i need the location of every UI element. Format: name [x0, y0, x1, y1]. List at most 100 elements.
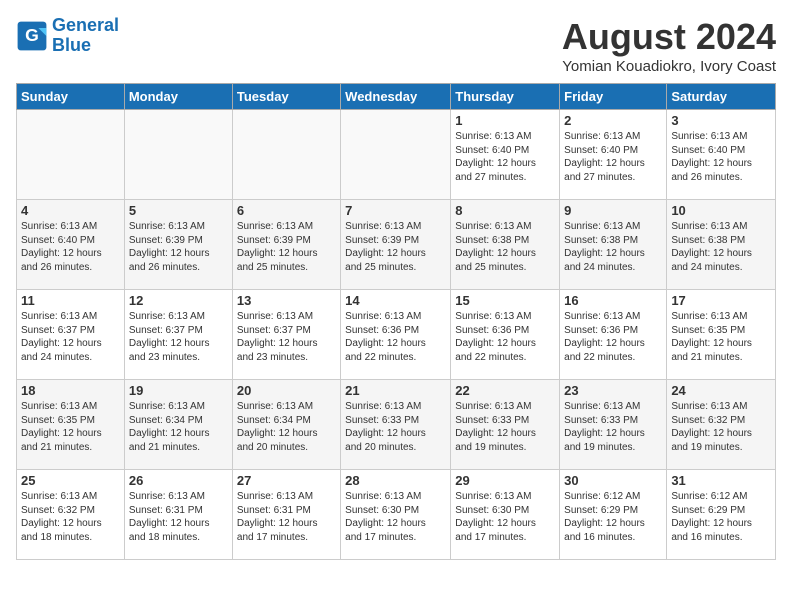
calendar-cell: [17, 110, 125, 200]
calendar-week-row: 25 Sunrise: 6:13 AM Sunset: 6:32 PM Dayli…: [17, 470, 776, 560]
day-info: Sunrise: 6:13 AM Sunset: 6:36 PM Dayligh…: [564, 310, 662, 364]
day-info: Sunrise: 6:13 AM Sunset: 6:36 PM Dayligh…: [345, 310, 446, 364]
day-number: 14: [345, 293, 446, 308]
day-info: Sunrise: 6:13 AM Sunset: 6:32 PM Dayligh…: [21, 490, 120, 544]
day-info: Sunrise: 6:13 AM Sunset: 6:40 PM Dayligh…: [671, 130, 771, 184]
calendar-cell: 22 Sunrise: 6:13 AM Sunset: 6:33 PM Dayli…: [451, 380, 560, 470]
day-info: Sunrise: 6:13 AM Sunset: 6:39 PM Dayligh…: [237, 220, 336, 274]
page-header: G General Blue August 2024 Yomian Kouadi…: [16, 16, 776, 75]
day-info: Sunrise: 6:13 AM Sunset: 6:40 PM Dayligh…: [21, 220, 120, 274]
weekday-header: Saturday: [667, 84, 776, 110]
calendar-cell: 20 Sunrise: 6:13 AM Sunset: 6:34 PM Dayli…: [232, 380, 340, 470]
day-info: Sunrise: 6:13 AM Sunset: 6:30 PM Dayligh…: [345, 490, 446, 544]
day-number: 16: [564, 293, 662, 308]
calendar-cell: 11 Sunrise: 6:13 AM Sunset: 6:37 PM Dayli…: [17, 290, 125, 380]
logo-icon: G: [16, 20, 48, 52]
day-info: Sunrise: 6:13 AM Sunset: 6:37 PM Dayligh…: [21, 310, 120, 364]
weekday-header: Monday: [124, 84, 232, 110]
day-info: Sunrise: 6:13 AM Sunset: 6:36 PM Dayligh…: [455, 310, 555, 364]
day-info: Sunrise: 6:13 AM Sunset: 6:31 PM Dayligh…: [237, 490, 336, 544]
calendar-cell: 5 Sunrise: 6:13 AM Sunset: 6:39 PM Daylig…: [124, 200, 232, 290]
day-number: 19: [129, 383, 228, 398]
day-info: Sunrise: 6:13 AM Sunset: 6:37 PM Dayligh…: [237, 310, 336, 364]
calendar-cell: 31Sunrise: 6:12 AM Sunset: 6:29 PM Dayli…: [667, 470, 776, 560]
calendar-cell: 15Sunrise: 6:13 AM Sunset: 6:36 PM Dayli…: [451, 290, 560, 380]
calendar-cell: 3 Sunrise: 6:13 AM Sunset: 6:40 PM Daylig…: [667, 110, 776, 200]
day-info: Sunrise: 6:13 AM Sunset: 6:39 PM Dayligh…: [129, 220, 228, 274]
day-number: 5: [129, 203, 228, 218]
calendar-cell: 4Sunrise: 6:13 AM Sunset: 6:40 PM Daylig…: [17, 200, 125, 290]
calendar-cell: 8 Sunrise: 6:13 AM Sunset: 6:38 PM Daylig…: [451, 200, 560, 290]
calendar-cell: 1 Sunrise: 6:13 AM Sunset: 6:40 PM Daylig…: [451, 110, 560, 200]
location: Yomian Kouadiokro, Ivory Coast: [562, 58, 776, 75]
day-number: 26: [129, 473, 228, 488]
logo-text: General Blue: [52, 16, 119, 56]
day-number: 30: [564, 473, 662, 488]
day-number: 9: [564, 203, 662, 218]
calendar-cell: 13 Sunrise: 6:13 AM Sunset: 6:37 PM Dayli…: [232, 290, 340, 380]
calendar-cell: 29 Sunrise: 6:13 AM Sunset: 6:30 PM Dayli…: [451, 470, 560, 560]
day-info: Sunrise: 6:13 AM Sunset: 6:37 PM Dayligh…: [129, 310, 228, 364]
calendar-body: 1 Sunrise: 6:13 AM Sunset: 6:40 PM Daylig…: [17, 110, 776, 560]
day-info: Sunrise: 6:13 AM Sunset: 6:40 PM Dayligh…: [564, 130, 662, 184]
day-number: 24: [671, 383, 771, 398]
day-number: 29: [455, 473, 555, 488]
day-number: 20: [237, 383, 336, 398]
calendar-cell: [124, 110, 232, 200]
day-info: Sunrise: 6:13 AM Sunset: 6:34 PM Dayligh…: [129, 400, 228, 454]
day-number: 31: [671, 473, 771, 488]
day-info: Sunrise: 6:13 AM Sunset: 6:32 PM Dayligh…: [671, 400, 771, 454]
calendar-cell: 16 Sunrise: 6:13 AM Sunset: 6:36 PM Dayli…: [560, 290, 667, 380]
day-info: Sunrise: 6:13 AM Sunset: 6:39 PM Dayligh…: [345, 220, 446, 274]
calendar-cell: 23 Sunrise: 6:13 AM Sunset: 6:33 PM Dayli…: [560, 380, 667, 470]
day-info: Sunrise: 6:13 AM Sunset: 6:33 PM Dayligh…: [564, 400, 662, 454]
day-number: 8: [455, 203, 555, 218]
day-info: Sunrise: 6:13 AM Sunset: 6:38 PM Dayligh…: [455, 220, 555, 274]
calendar-cell: 28 Sunrise: 6:13 AM Sunset: 6:30 PM Dayli…: [341, 470, 451, 560]
day-number: 18: [21, 383, 120, 398]
day-number: 25: [21, 473, 120, 488]
day-number: 2: [564, 113, 662, 128]
day-info: Sunrise: 6:13 AM Sunset: 6:33 PM Dayligh…: [345, 400, 446, 454]
calendar-cell: 27 Sunrise: 6:13 AM Sunset: 6:31 PM Dayli…: [232, 470, 340, 560]
day-info: Sunrise: 6:13 AM Sunset: 6:33 PM Dayligh…: [455, 400, 555, 454]
calendar-cell: 26 Sunrise: 6:13 AM Sunset: 6:31 PM Dayli…: [124, 470, 232, 560]
calendar-cell: 10Sunrise: 6:13 AM Sunset: 6:38 PM Dayli…: [667, 200, 776, 290]
day-number: 22: [455, 383, 555, 398]
day-number: 1: [455, 113, 555, 128]
day-info: Sunrise: 6:13 AM Sunset: 6:31 PM Dayligh…: [129, 490, 228, 544]
day-number: 3: [671, 113, 771, 128]
calendar-cell: 24 Sunrise: 6:13 AM Sunset: 6:32 PM Dayli…: [667, 380, 776, 470]
title-block: August 2024 Yomian Kouadiokro, Ivory Coa…: [562, 16, 776, 75]
calendar-cell: 30 Sunrise: 6:12 AM Sunset: 6:29 PM Dayli…: [560, 470, 667, 560]
calendar-cell: 18Sunrise: 6:13 AM Sunset: 6:35 PM Dayli…: [17, 380, 125, 470]
calendar-cell: 6Sunrise: 6:13 AM Sunset: 6:39 PM Daylig…: [232, 200, 340, 290]
calendar-cell: [232, 110, 340, 200]
calendar-cell: 12Sunrise: 6:13 AM Sunset: 6:37 PM Dayli…: [124, 290, 232, 380]
logo: G General Blue: [16, 16, 119, 56]
calendar-cell: 14 Sunrise: 6:13 AM Sunset: 6:36 PM Dayli…: [341, 290, 451, 380]
weekday-header: Wednesday: [341, 84, 451, 110]
day-number: 28: [345, 473, 446, 488]
day-number: 23: [564, 383, 662, 398]
svg-text:G: G: [25, 25, 39, 45]
day-info: Sunrise: 6:13 AM Sunset: 6:40 PM Dayligh…: [455, 130, 555, 184]
day-info: Sunrise: 6:13 AM Sunset: 6:30 PM Dayligh…: [455, 490, 555, 544]
weekday-row: SundayMondayTuesdayWednesdayThursdayFrid…: [17, 84, 776, 110]
weekday-header: Friday: [560, 84, 667, 110]
month-year: August 2024: [562, 16, 776, 58]
day-info: Sunrise: 6:13 AM Sunset: 6:34 PM Dayligh…: [237, 400, 336, 454]
day-number: 17: [671, 293, 771, 308]
day-number: 11: [21, 293, 120, 308]
calendar-cell: 9Sunrise: 6:13 AM Sunset: 6:38 PM Daylig…: [560, 200, 667, 290]
day-number: 27: [237, 473, 336, 488]
calendar-cell: 25 Sunrise: 6:13 AM Sunset: 6:32 PM Dayli…: [17, 470, 125, 560]
calendar-cell: 7Sunrise: 6:13 AM Sunset: 6:39 PM Daylig…: [341, 200, 451, 290]
day-number: 10: [671, 203, 771, 218]
day-number: 13: [237, 293, 336, 308]
calendar-week-row: 18Sunrise: 6:13 AM Sunset: 6:35 PM Dayli…: [17, 380, 776, 470]
weekday-header: Thursday: [451, 84, 560, 110]
weekday-header: Sunday: [17, 84, 125, 110]
day-info: Sunrise: 6:13 AM Sunset: 6:35 PM Dayligh…: [671, 310, 771, 364]
day-info: Sunrise: 6:12 AM Sunset: 6:29 PM Dayligh…: [564, 490, 662, 544]
